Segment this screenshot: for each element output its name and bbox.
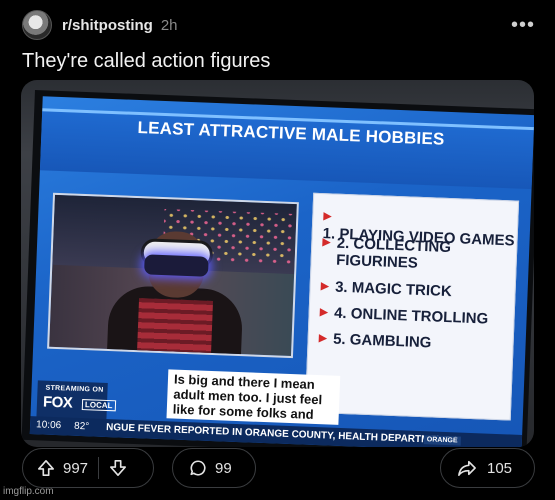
list-item: ▶ 4. ONLINE TROLLING [319,304,489,328]
post-actions: 997 99 105 [22,448,535,490]
tv-screen: LEAST ATTRACTIVE MALE HOBBIES ▶1. PLAYIN… [29,96,534,447]
share-count: 105 [487,459,513,477]
subreddit-name[interactable]: r/shitposting [62,17,153,34]
upvote-icon[interactable] [37,459,55,477]
list-item: ▶ 3. MAGIC TRICK [320,278,453,301]
vote-control: 997 [22,448,154,488]
share-icon [457,459,477,477]
ticker-time: 10:06 [35,419,62,432]
post-title[interactable]: They're called action figures [22,50,270,73]
post-image[interactable]: LEAST ATTRACTIVE MALE HOBBIES ▶1. PLAYIN… [21,80,534,447]
ticker-temp: 82° [73,420,90,433]
ticker-text: NGUE FEVER REPORTED IN ORANGE COUNTY, HE… [105,421,460,447]
share-button[interactable]: 105 [440,448,535,488]
headline-banner [39,108,534,190]
list-item: ▶ 2. COLLECTING FIGURINES [322,234,452,272]
imgflip-watermark: imgflip.com [3,486,54,497]
arrow-right-icon: ▶ [323,210,333,223]
post-age: 2h [160,16,178,34]
comment-icon [189,459,207,477]
ticker-tag: ORANGE [423,435,461,446]
vote-count: 997 [63,459,89,477]
comment-count: 99 [215,459,232,477]
post-header: r/shitposting 2h ••• [22,8,535,42]
list-item: ▶ 5. GAMBLING [318,330,432,352]
arrow-right-icon: ▶ [319,306,329,319]
more-options-icon[interactable]: ••• [511,14,535,37]
downvote-icon[interactable] [109,459,127,477]
video-inset [47,192,299,359]
comments-button[interactable]: 99 [172,448,256,488]
arrow-right-icon: ▶ [318,332,328,345]
subreddit-avatar[interactable] [22,10,52,40]
arrow-right-icon: ▶ [322,236,332,249]
closed-caption: Is big and there I mean adult men too. I… [166,369,341,425]
tv-frame: LEAST ATTRACTIVE MALE HOBBIES ▶1. PLAYIN… [21,90,534,447]
arrow-right-icon: ▶ [320,280,330,293]
vr-visor [144,254,209,277]
person-shirt [136,298,214,359]
